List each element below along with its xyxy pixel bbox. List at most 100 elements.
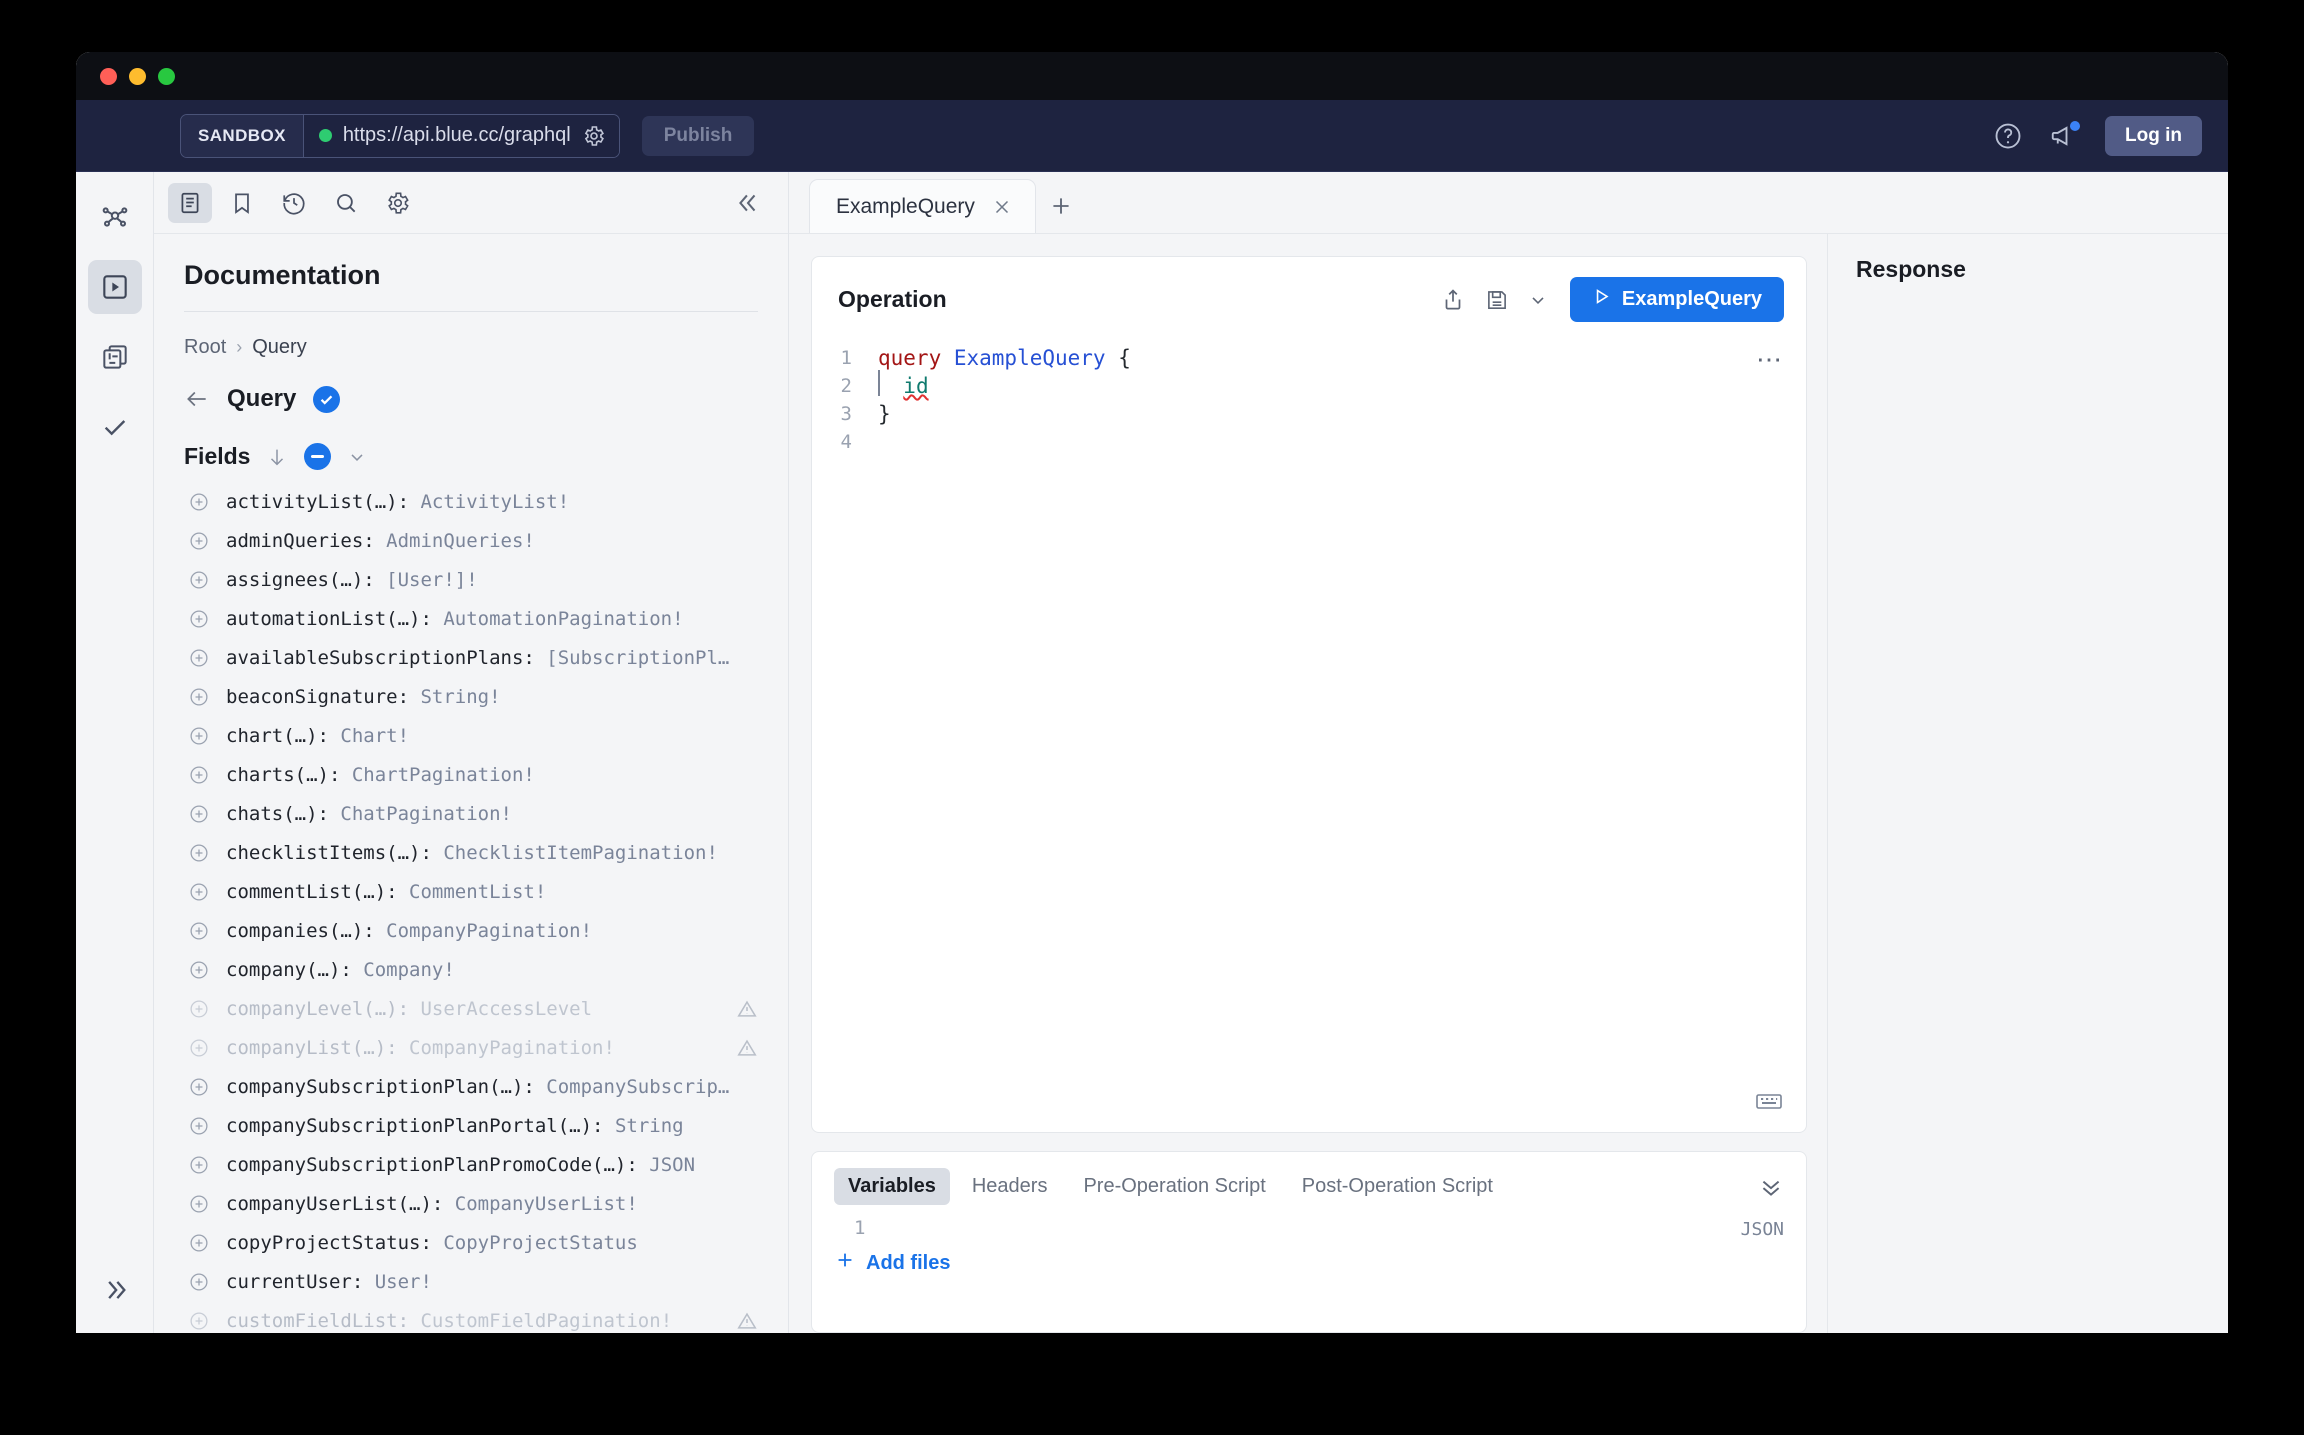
field-type: String! bbox=[409, 685, 501, 708]
endpoint-url-text: https://api.blue.cc/graphql bbox=[342, 124, 571, 146]
expand-field-plus-icon[interactable] bbox=[188, 569, 210, 591]
publish-button[interactable]: Publish bbox=[641, 115, 755, 156]
expand-field-plus-icon[interactable] bbox=[188, 881, 210, 903]
field-row[interactable]: automationList(…): AutomationPagination! bbox=[154, 599, 788, 638]
endpoint-url-field[interactable]: https://api.blue.cc/graphql bbox=[303, 114, 619, 157]
query-code-editor[interactable]: 1 query ExampleQuery {2 id 3} 4 ⋯ bbox=[812, 322, 1806, 1132]
add-files-button[interactable]: Add files bbox=[834, 1249, 1784, 1277]
field-signature: chart(…): Chart! bbox=[226, 725, 409, 747]
field-row[interactable]: company(…): Company! bbox=[154, 950, 788, 989]
field-row[interactable]: companyLevel(…): UserAccessLevel bbox=[154, 989, 788, 1028]
tab-examplequery[interactable]: ExampleQuery bbox=[809, 179, 1036, 233]
field-row[interactable]: assignees(…): [User!]! bbox=[154, 560, 788, 599]
save-dropdown-chevron-icon[interactable] bbox=[1528, 290, 1548, 310]
variables-tab-variables[interactable]: Variables bbox=[834, 1168, 950, 1205]
expand-field-plus-icon[interactable] bbox=[188, 1193, 210, 1215]
gear-icon[interactable] bbox=[582, 124, 606, 148]
add-tab-button[interactable] bbox=[1036, 179, 1086, 233]
share-icon[interactable] bbox=[1440, 287, 1466, 313]
field-row[interactable]: checklistItems(…): ChecklistItemPaginati… bbox=[154, 833, 788, 872]
check-icon[interactable] bbox=[88, 400, 142, 454]
expand-field-plus-icon[interactable] bbox=[188, 647, 210, 669]
variables-tab-headers[interactable]: Headers bbox=[958, 1168, 1062, 1205]
expand-field-plus-icon[interactable] bbox=[188, 1271, 210, 1293]
field-row[interactable]: companyList(…): CompanyPagination! bbox=[154, 1028, 788, 1067]
breadcrumb-root[interactable]: Root bbox=[184, 336, 226, 359]
variables-format-label: JSON bbox=[1740, 1219, 1784, 1240]
gear-icon[interactable] bbox=[376, 183, 420, 223]
field-row[interactable]: companyUserList(…): CompanyUserList! bbox=[154, 1184, 788, 1223]
help-icon[interactable] bbox=[1993, 121, 2023, 151]
book-icon[interactable] bbox=[168, 182, 212, 223]
field-row[interactable]: currentUser: User! bbox=[154, 1262, 788, 1301]
field-type: Company! bbox=[351, 958, 455, 981]
expand-field-plus-icon[interactable] bbox=[188, 686, 210, 708]
type-name: Query bbox=[227, 385, 297, 412]
notification-badge bbox=[2068, 118, 2083, 133]
field-row[interactable]: chart(…): Chart! bbox=[154, 716, 788, 755]
chevrons-right-icon[interactable] bbox=[88, 1263, 142, 1317]
graph-network-icon[interactable] bbox=[88, 190, 142, 244]
field-row[interactable]: customFieldList: CustomFieldPagination! bbox=[154, 1301, 788, 1333]
expand-field-plus-icon[interactable] bbox=[188, 959, 210, 981]
expand-field-plus-icon[interactable] bbox=[188, 530, 210, 552]
expand-field-plus-icon[interactable] bbox=[188, 920, 210, 942]
variables-tab-pre-operation-script[interactable]: Pre-Operation Script bbox=[1069, 1168, 1279, 1205]
sort-down-arrow-icon[interactable] bbox=[266, 446, 288, 468]
ellipsis-icon[interactable]: ⋯ bbox=[1756, 346, 1784, 372]
expand-field-plus-icon[interactable] bbox=[188, 803, 210, 825]
deprecated-warning-icon bbox=[736, 1310, 758, 1332]
close-window-button[interactable] bbox=[100, 67, 117, 85]
history-icon[interactable] bbox=[272, 183, 316, 223]
field-row[interactable]: commentList(…): CommentList! bbox=[154, 872, 788, 911]
save-icon[interactable] bbox=[1484, 287, 1510, 313]
chevron-down-icon[interactable] bbox=[347, 447, 367, 467]
field-row[interactable]: adminQueries: AdminQueries! bbox=[154, 521, 788, 560]
expand-field-plus-icon[interactable] bbox=[188, 1037, 210, 1059]
play-box-icon[interactable] bbox=[87, 260, 142, 314]
minus-badge-icon[interactable] bbox=[304, 443, 332, 470]
field-row[interactable]: companies(…): CompanyPagination! bbox=[154, 911, 788, 950]
variables-body[interactable]: JSON 1 Add files bbox=[812, 1205, 1806, 1332]
field-signature: currentUser: User! bbox=[226, 1271, 432, 1293]
field-row[interactable]: activityList(…): ActivityList! bbox=[154, 482, 788, 521]
maximize-window-button[interactable] bbox=[158, 67, 175, 85]
field-row[interactable]: companySubscriptionPlanPortal(…): String bbox=[154, 1106, 788, 1145]
variables-tab-bar: Variables Headers Pre-Operation Script Post… bbox=[812, 1152, 1806, 1205]
field-row[interactable]: companySubscriptionPlanPromoCode(…): JSO… bbox=[154, 1145, 788, 1184]
check-badge-icon[interactable] bbox=[313, 385, 341, 413]
expand-field-plus-icon[interactable] bbox=[188, 608, 210, 630]
bookmark-icon[interactable] bbox=[220, 183, 264, 223]
code-text: query ExampleQuery { bbox=[878, 344, 1131, 372]
documents-diff-icon[interactable] bbox=[88, 330, 142, 384]
back-arrow-icon[interactable] bbox=[184, 386, 210, 412]
window-controls[interactable] bbox=[100, 67, 175, 85]
expand-field-plus-icon[interactable] bbox=[188, 491, 210, 513]
keyboard-icon[interactable] bbox=[1754, 1089, 1784, 1118]
expand-field-plus-icon[interactable] bbox=[188, 1232, 210, 1254]
field-row[interactable]: availableSubscriptionPlans: [Subscriptio… bbox=[154, 638, 788, 677]
field-row[interactable]: charts(…): ChartPagination! bbox=[154, 755, 788, 794]
field-row[interactable]: companySubscriptionPlan(…): CompanySubsc… bbox=[154, 1067, 788, 1106]
field-row[interactable]: chats(…): ChatPagination! bbox=[154, 794, 788, 833]
variables-tab-post-operation-script[interactable]: Post-Operation Script bbox=[1288, 1168, 1507, 1205]
login-button[interactable]: Log in bbox=[2105, 115, 2202, 156]
chevrons-left-icon[interactable] bbox=[726, 183, 770, 223]
expand-field-plus-icon[interactable] bbox=[188, 1076, 210, 1098]
field-row[interactable]: beaconSignature: String! bbox=[154, 677, 788, 716]
search-icon[interactable] bbox=[324, 183, 368, 223]
expand-field-plus-icon[interactable] bbox=[188, 1115, 210, 1137]
close-icon[interactable] bbox=[991, 196, 1013, 218]
announcements-button[interactable] bbox=[2049, 118, 2083, 151]
sandbox-chip[interactable]: SANDBOX bbox=[181, 114, 304, 157]
expand-field-plus-icon[interactable] bbox=[188, 998, 210, 1020]
expand-field-plus-icon[interactable] bbox=[188, 1154, 210, 1176]
run-operation-button[interactable]: ExampleQuery bbox=[1569, 277, 1784, 322]
expand-field-plus-icon[interactable] bbox=[188, 1310, 210, 1332]
minimize-window-button[interactable] bbox=[129, 67, 146, 85]
field-row[interactable]: copyProjectStatus: CopyProjectStatus bbox=[154, 1223, 788, 1262]
expand-field-plus-icon[interactable] bbox=[188, 764, 210, 786]
chevrons-down-icon[interactable] bbox=[1758, 1174, 1784, 1200]
expand-field-plus-icon[interactable] bbox=[188, 725, 210, 747]
expand-field-plus-icon[interactable] bbox=[188, 842, 210, 864]
